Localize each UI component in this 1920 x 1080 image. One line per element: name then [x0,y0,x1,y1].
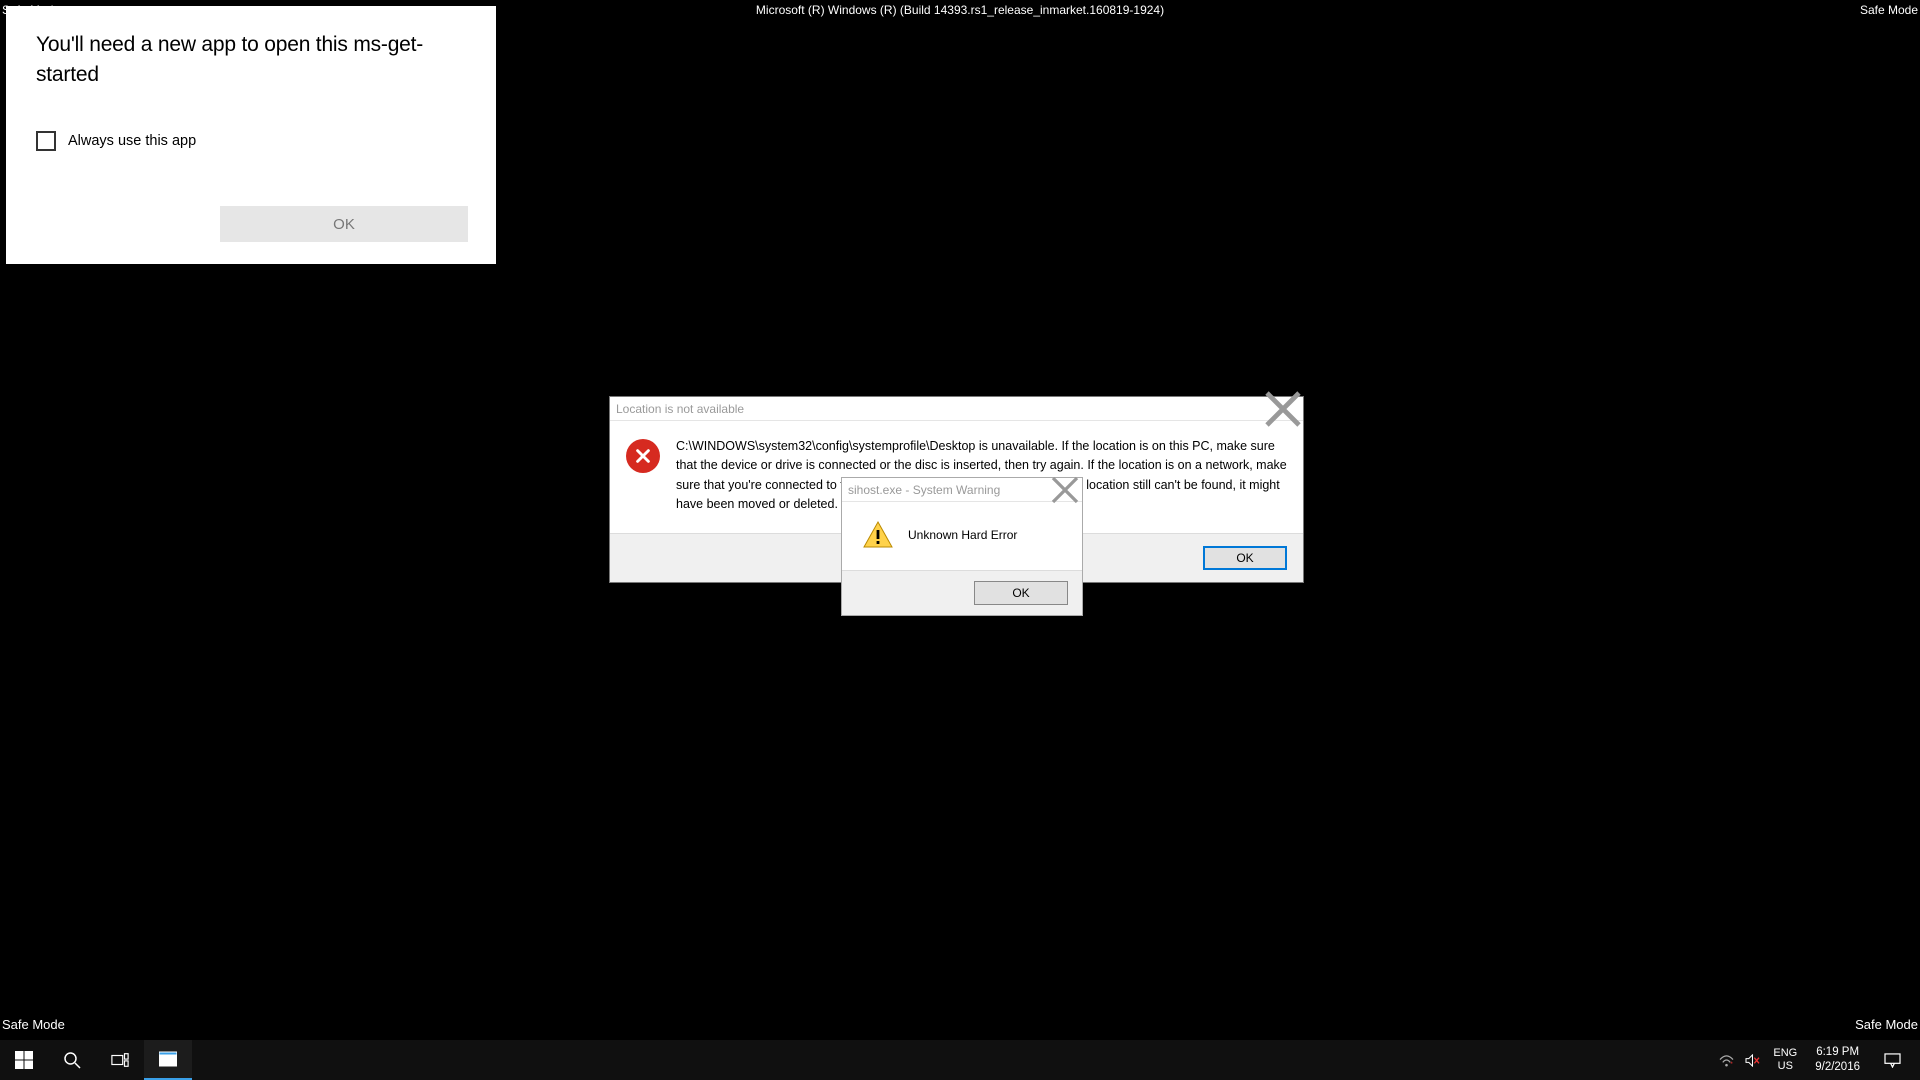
start-button[interactable] [0,1040,48,1080]
language-code: ENG [1773,1047,1797,1060]
task-view-icon [111,1051,129,1069]
always-use-row[interactable]: Always use this app [36,131,468,151]
sihost-dialog-titlebar[interactable]: sihost.exe - System Warning [842,478,1082,502]
window-icon [159,1050,177,1068]
wifi-disconnected-icon: * [1719,1054,1734,1067]
sihost-dialog: sihost.exe - System Warning Unknown Hard… [841,477,1083,616]
error-icon [626,439,660,473]
always-use-checkbox[interactable] [36,131,56,151]
taskbar-app-explorer[interactable] [144,1040,192,1080]
app-picker-dialog: You'll need a new app to open this ms-ge… [6,6,496,264]
system-tray: * ENG US 6:19 PM 9/2/2016 [1713,1040,1920,1080]
close-icon [1263,389,1303,429]
language-indicator[interactable]: ENG US [1765,1047,1805,1073]
clock-date: 9/2/2016 [1815,1060,1860,1075]
location-dialog-title: Location is not available [616,402,744,416]
app-picker-ok-button[interactable]: OK [220,206,468,242]
action-center-button[interactable] [1870,1053,1914,1068]
sihost-dialog-ok-button[interactable]: OK [974,581,1068,605]
safe-mode-label-tr: Safe Mode [1860,3,1918,17]
search-button[interactable] [48,1040,96,1080]
close-icon [1050,475,1080,505]
clock[interactable]: 6:19 PM 9/2/2016 [1805,1045,1870,1075]
task-view-button[interactable] [96,1040,144,1080]
location-dialog-close-button[interactable] [1263,397,1303,421]
taskbar: * ENG US 6:19 PM 9/2/2016 [0,1040,1920,1080]
sihost-dialog-close-button[interactable] [1050,478,1080,502]
windows-build-label: Microsoft (R) Windows (R) (Build 14393.r… [756,3,1164,17]
search-icon [63,1051,81,1069]
svg-text:*: * [1730,1061,1733,1067]
sihost-dialog-message: Unknown Hard Error [908,528,1017,542]
clock-time: 6:19 PM [1816,1045,1859,1060]
network-tray-icon[interactable]: * [1713,1054,1739,1067]
sihost-dialog-title: sihost.exe - System Warning [848,483,1000,497]
volume-tray-icon[interactable] [1739,1054,1765,1067]
always-use-label: Always use this app [68,133,196,149]
location-dialog-ok-button[interactable]: OK [1203,546,1287,570]
location-dialog-titlebar[interactable]: Location is not available [610,397,1303,421]
app-picker-heading: You'll need a new app to open this ms-ge… [36,30,468,91]
windows-logo-icon [15,1051,33,1069]
safe-mode-label-br: Safe Mode [1855,1017,1918,1032]
warning-icon [862,520,894,550]
language-region: US [1778,1060,1793,1073]
safe-mode-label-bl: Safe Mode [2,1017,65,1032]
notification-icon [1884,1053,1901,1068]
volume-muted-icon [1745,1054,1760,1067]
